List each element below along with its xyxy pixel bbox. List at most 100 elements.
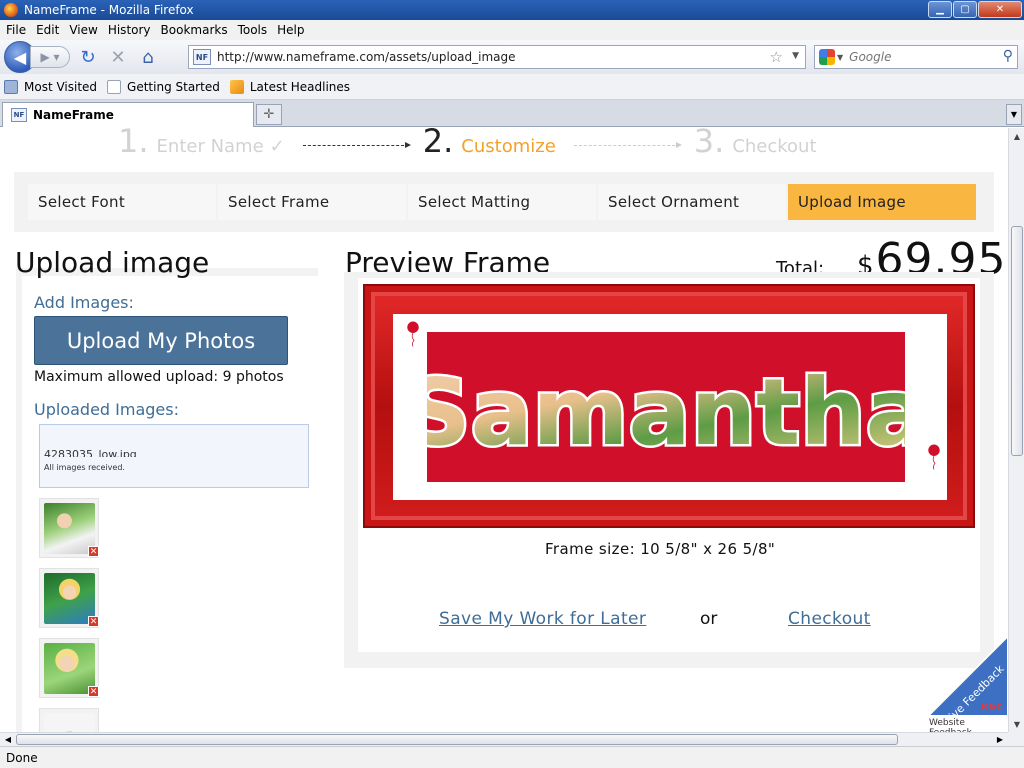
stop-button[interactable]: ✕ [106, 45, 130, 69]
bookmark-star-icon[interactable]: ☆ [770, 48, 783, 66]
chevron-down-icon: ▼ [1010, 110, 1018, 119]
photo-thumbnail-image [44, 713, 95, 732]
page-content: 1. Enter Name ✓ 2. Customize 3. Checkout… [0, 128, 1008, 732]
frame-name-text: Samantha [427, 359, 905, 466]
search-engine-dropdown-icon[interactable]: ▼ [837, 53, 843, 62]
reload-button[interactable]: ↻ [76, 45, 100, 69]
horizontal-scroll-thumb[interactable] [16, 734, 898, 745]
menu-bookmarks[interactable]: Bookmarks [157, 23, 234, 37]
google-engine-icon[interactable] [819, 49, 835, 65]
url-text[interactable]: http://www.nameframe.com/assets/upload_i… [217, 50, 516, 64]
home-icon: ⌂ [142, 46, 154, 68]
url-bar[interactable]: NF http://www.nameframe.com/assets/uploa… [188, 45, 806, 69]
status-bar: Done [0, 746, 1024, 768]
close-button[interactable]: ✕ [978, 1, 1022, 18]
home-button[interactable]: ⌂ [136, 45, 160, 69]
step-label: Checkout [732, 136, 817, 157]
navigation-toolbar: ◀ ▶ ▾ ↻ ✕ ⌂ NF http://www.nameframe.com/… [0, 40, 1024, 74]
max-upload-note: Maximum allowed upload: 9 photos [34, 369, 284, 385]
tab-select-ornament[interactable]: Select Ornament [598, 184, 786, 220]
delete-photo-icon[interactable]: ✕ [88, 546, 99, 557]
uploaded-photo-thumbnail[interactable]: ✕ [39, 638, 99, 698]
uploaded-photo-thumbnail[interactable]: ✕ [39, 498, 99, 558]
uploaded-photo-thumbnail[interactable] [39, 708, 99, 732]
search-icon[interactable]: ⚲ [1003, 48, 1013, 64]
balloon-ornament-icon [928, 444, 940, 470]
step-arrow [573, 142, 682, 148]
maximize-button[interactable]: ▢ [953, 1, 977, 18]
nameframe-favicon-icon: NF [11, 108, 27, 122]
arrow-right-icon: ▶ ▾ [40, 50, 60, 64]
step-arrow [302, 142, 411, 148]
or-text: or [700, 609, 718, 629]
step-enter-name[interactable]: 1. Enter Name ✓ [118, 128, 285, 160]
upload-status-text: All images received. [44, 463, 125, 472]
bookmarks-toolbar: Most Visited Getting Started Latest Head… [0, 74, 1024, 100]
uploaded-images-label: Uploaded Images: [34, 400, 179, 419]
checkmark-icon: ✓ [269, 136, 285, 157]
vertical-scrollbar[interactable]: ▲ ▼ [1008, 128, 1024, 732]
uploaded-file-name: 4283035_low.jpg [44, 448, 137, 457]
tab-list-button[interactable]: ▼ [1006, 104, 1022, 125]
frame-preview-image: Samantha [363, 284, 975, 528]
tab-nameframe[interactable]: NF NameFrame [2, 102, 254, 127]
menu-file[interactable]: File [2, 23, 32, 37]
delete-photo-icon[interactable]: ✕ [88, 616, 99, 627]
status-text: Done [6, 750, 38, 765]
plus-icon: ✛ [263, 107, 275, 122]
give-feedback-button[interactable]: Give Feedback K&C [928, 636, 1008, 716]
scroll-down-icon[interactable]: ▼ [1009, 716, 1024, 732]
checkout-steps: 1. Enter Name ✓ 2. Customize 3. Checkout [118, 128, 817, 160]
search-bar[interactable]: ▼ ⚲ [814, 45, 1018, 69]
bookmark-label: Getting Started [127, 79, 220, 94]
window-titlebar: NameFrame - Mozilla Firefox ▁ ▢ ✕ [0, 0, 1024, 20]
menu-history[interactable]: History [104, 23, 157, 37]
new-tab-button[interactable]: ✛ [256, 104, 282, 125]
menu-edit[interactable]: Edit [32, 23, 65, 37]
bookmark-getting-started[interactable]: Getting Started [107, 79, 220, 94]
feedback-logo-icon: K&C [981, 703, 1003, 713]
scroll-left-icon[interactable]: ◀ [1, 733, 15, 746]
bookmark-label: Most Visited [24, 79, 98, 94]
name-photo-letters: Samantha [427, 357, 905, 469]
scroll-up-icon[interactable]: ▲ [1009, 128, 1024, 144]
menu-help[interactable]: Help [273, 23, 310, 37]
uploaded-photo-thumbnail[interactable]: ✕ [39, 568, 99, 628]
firefox-logo-icon [4, 3, 18, 17]
menu-view[interactable]: View [65, 23, 103, 37]
tab-upload-image[interactable]: Upload Image [788, 184, 976, 220]
step-number: 1. [118, 128, 149, 160]
delete-photo-icon[interactable]: ✕ [88, 686, 99, 697]
bookmark-most-visited[interactable]: Most Visited [4, 79, 98, 94]
rss-feed-icon [229, 79, 244, 94]
checkout-link[interactable]: Checkout [788, 609, 871, 629]
most-visited-icon [4, 79, 18, 94]
tab-select-frame[interactable]: Select Frame [218, 184, 406, 220]
website-feedback-caption: Website Feedback [929, 718, 972, 732]
frame-mat-red: Samantha [427, 332, 905, 482]
frame-mat-white: Samantha [393, 314, 947, 500]
scrollbar-corner [1008, 732, 1024, 746]
menu-tools[interactable]: Tools [234, 23, 274, 37]
bookmark-label: Latest Headlines [249, 79, 351, 94]
tab-select-matting[interactable]: Select Matting [408, 184, 596, 220]
arrow-left-icon: ◀ [13, 47, 27, 67]
minimize-button[interactable]: ▁ [928, 1, 952, 18]
site-favicon-icon: NF [193, 49, 211, 65]
window-title: NameFrame - Mozilla Firefox [24, 3, 194, 17]
search-input[interactable] [849, 50, 990, 64]
vertical-scroll-thumb[interactable] [1011, 226, 1023, 456]
step-number: 2. [422, 128, 454, 160]
scroll-right-icon[interactable]: ▶ [993, 733, 1007, 746]
horizontal-scrollbar[interactable]: ◀ ▶ [0, 732, 1008, 746]
save-work-link[interactable]: Save My Work for Later [439, 609, 646, 629]
step-checkout: 3. Checkout [694, 128, 817, 160]
step-number: 3. [693, 128, 725, 160]
forward-button[interactable]: ▶ ▾ [30, 46, 70, 68]
tab-label: NameFrame [33, 108, 114, 122]
tab-select-font[interactable]: Select Font [28, 184, 216, 220]
url-history-dropdown-icon[interactable]: ▼ [792, 51, 799, 61]
bookmark-latest-headlines[interactable]: Latest Headlines [229, 79, 351, 94]
frame-size-text: Frame size: 10 5/8" x 26 5/8" [545, 540, 776, 558]
upload-my-photos-button[interactable]: Upload My Photos [34, 316, 288, 365]
